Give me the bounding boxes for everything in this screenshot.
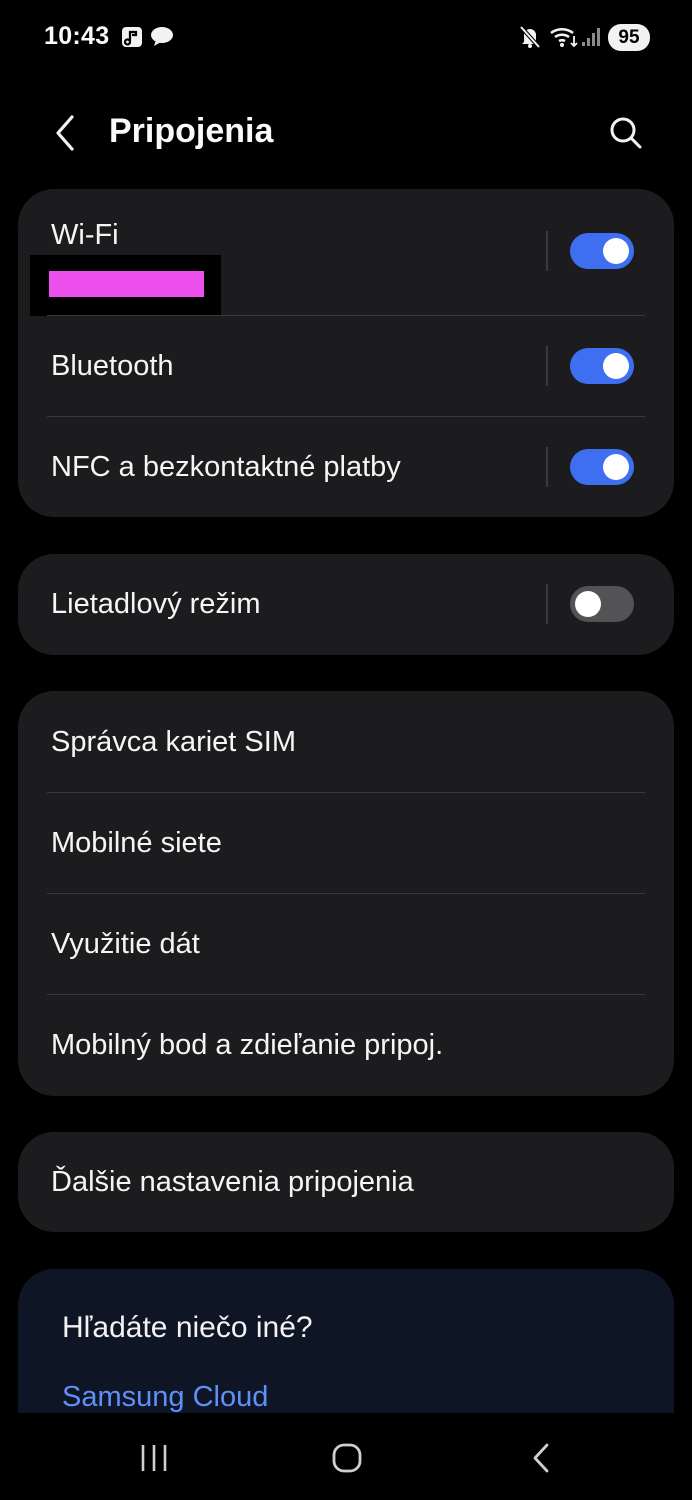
samsung-cloud-link[interactable]: Samsung Cloud: [62, 1381, 268, 1413]
more-settings-label: Ďalšie nastavenia pripojenia: [51, 1166, 414, 1198]
page-title: Pripojenia: [109, 112, 274, 150]
home-icon: [332, 1443, 362, 1473]
airplane-toggle[interactable]: [570, 586, 634, 622]
toggle-knob: [575, 591, 601, 617]
wifi-toggle[interactable]: [570, 233, 634, 269]
chat-bubble-icon: [150, 26, 174, 53]
connectivity-card: Wi-Fi Bluetooth NFC a bezkontaktné platb…: [18, 189, 674, 517]
mute-icon: [518, 24, 542, 55]
suggestion-card: Hľadáte niečo iné? Samsung Cloud: [18, 1269, 674, 1413]
row-separator: [546, 584, 548, 624]
redacted-network-name: [49, 271, 204, 297]
screen: 10:43 95 Pripojenia Wi-Fi Bluetooth NFC …: [0, 0, 692, 1500]
signal-icon: [581, 24, 601, 55]
wifi-icon: [549, 24, 579, 55]
search-icon: [610, 117, 642, 149]
list-item-mobile-networks[interactable]: Mobilné siete: [18, 793, 674, 894]
wifi-row[interactable]: Wi-Fi: [18, 189, 674, 316]
bluetooth-label: Bluetooth: [51, 350, 174, 382]
status-bar: 10:43 95: [0, 0, 692, 78]
navigation-bar: [0, 1413, 692, 1500]
back-icon: [533, 1443, 549, 1473]
airplane-row[interactable]: Lietadlový režim: [18, 554, 674, 655]
row-separator: [546, 346, 548, 386]
data-usage-label: Využitie dát: [51, 928, 200, 960]
recent-apps-icon: [141, 1445, 167, 1471]
toggle-knob: [603, 238, 629, 264]
bluetooth-row[interactable]: Bluetooth: [18, 316, 674, 417]
app-header: Pripojenia: [0, 90, 692, 176]
nfc-label: NFC a bezkontaktné platby: [51, 451, 401, 483]
list-item-sim-manager[interactable]: Správca kariet SIM: [18, 691, 674, 792]
nfc-toggle[interactable]: [570, 449, 634, 485]
airplane-card: Lietadlový režim: [18, 554, 674, 655]
row-separator: [546, 447, 548, 487]
home-button[interactable]: [317, 1433, 377, 1483]
bluetooth-toggle[interactable]: [570, 348, 634, 384]
music-note-icon: [121, 26, 143, 53]
battery-level: 95: [608, 24, 650, 51]
airplane-label: Lietadlový režim: [51, 588, 261, 620]
status-time: 10:43: [44, 22, 110, 50]
toggle-knob: [603, 353, 629, 379]
hotspot-label: Mobilný bod a zdieľanie pripoj.: [51, 1029, 444, 1061]
list-item-more-settings[interactable]: Ďalšie nastavenia pripojenia: [18, 1132, 674, 1232]
suggestion-title: Hľadáte niečo iné?: [62, 1311, 313, 1344]
chevron-left-icon: [56, 115, 74, 151]
wifi-label: Wi-Fi: [51, 219, 119, 251]
list-item-data-usage[interactable]: Využitie dát: [18, 894, 674, 995]
nav-back-button[interactable]: [511, 1433, 571, 1483]
sim-manager-label: Správca kariet SIM: [51, 726, 296, 758]
nfc-row[interactable]: NFC a bezkontaktné platby: [18, 417, 674, 517]
recent-apps-button[interactable]: [124, 1433, 184, 1483]
row-separator: [546, 231, 548, 271]
back-button[interactable]: [40, 108, 90, 158]
more-settings-card: Ďalšie nastavenia pripojenia: [18, 1132, 674, 1232]
toggle-knob: [603, 454, 629, 480]
mobile-networks-label: Mobilné siete: [51, 827, 222, 859]
list-item-hotspot[interactable]: Mobilný bod a zdieľanie pripoj.: [18, 995, 674, 1096]
mobile-card: Správca kariet SIM Mobilné siete Využiti…: [18, 691, 674, 1096]
search-button[interactable]: [598, 108, 654, 158]
